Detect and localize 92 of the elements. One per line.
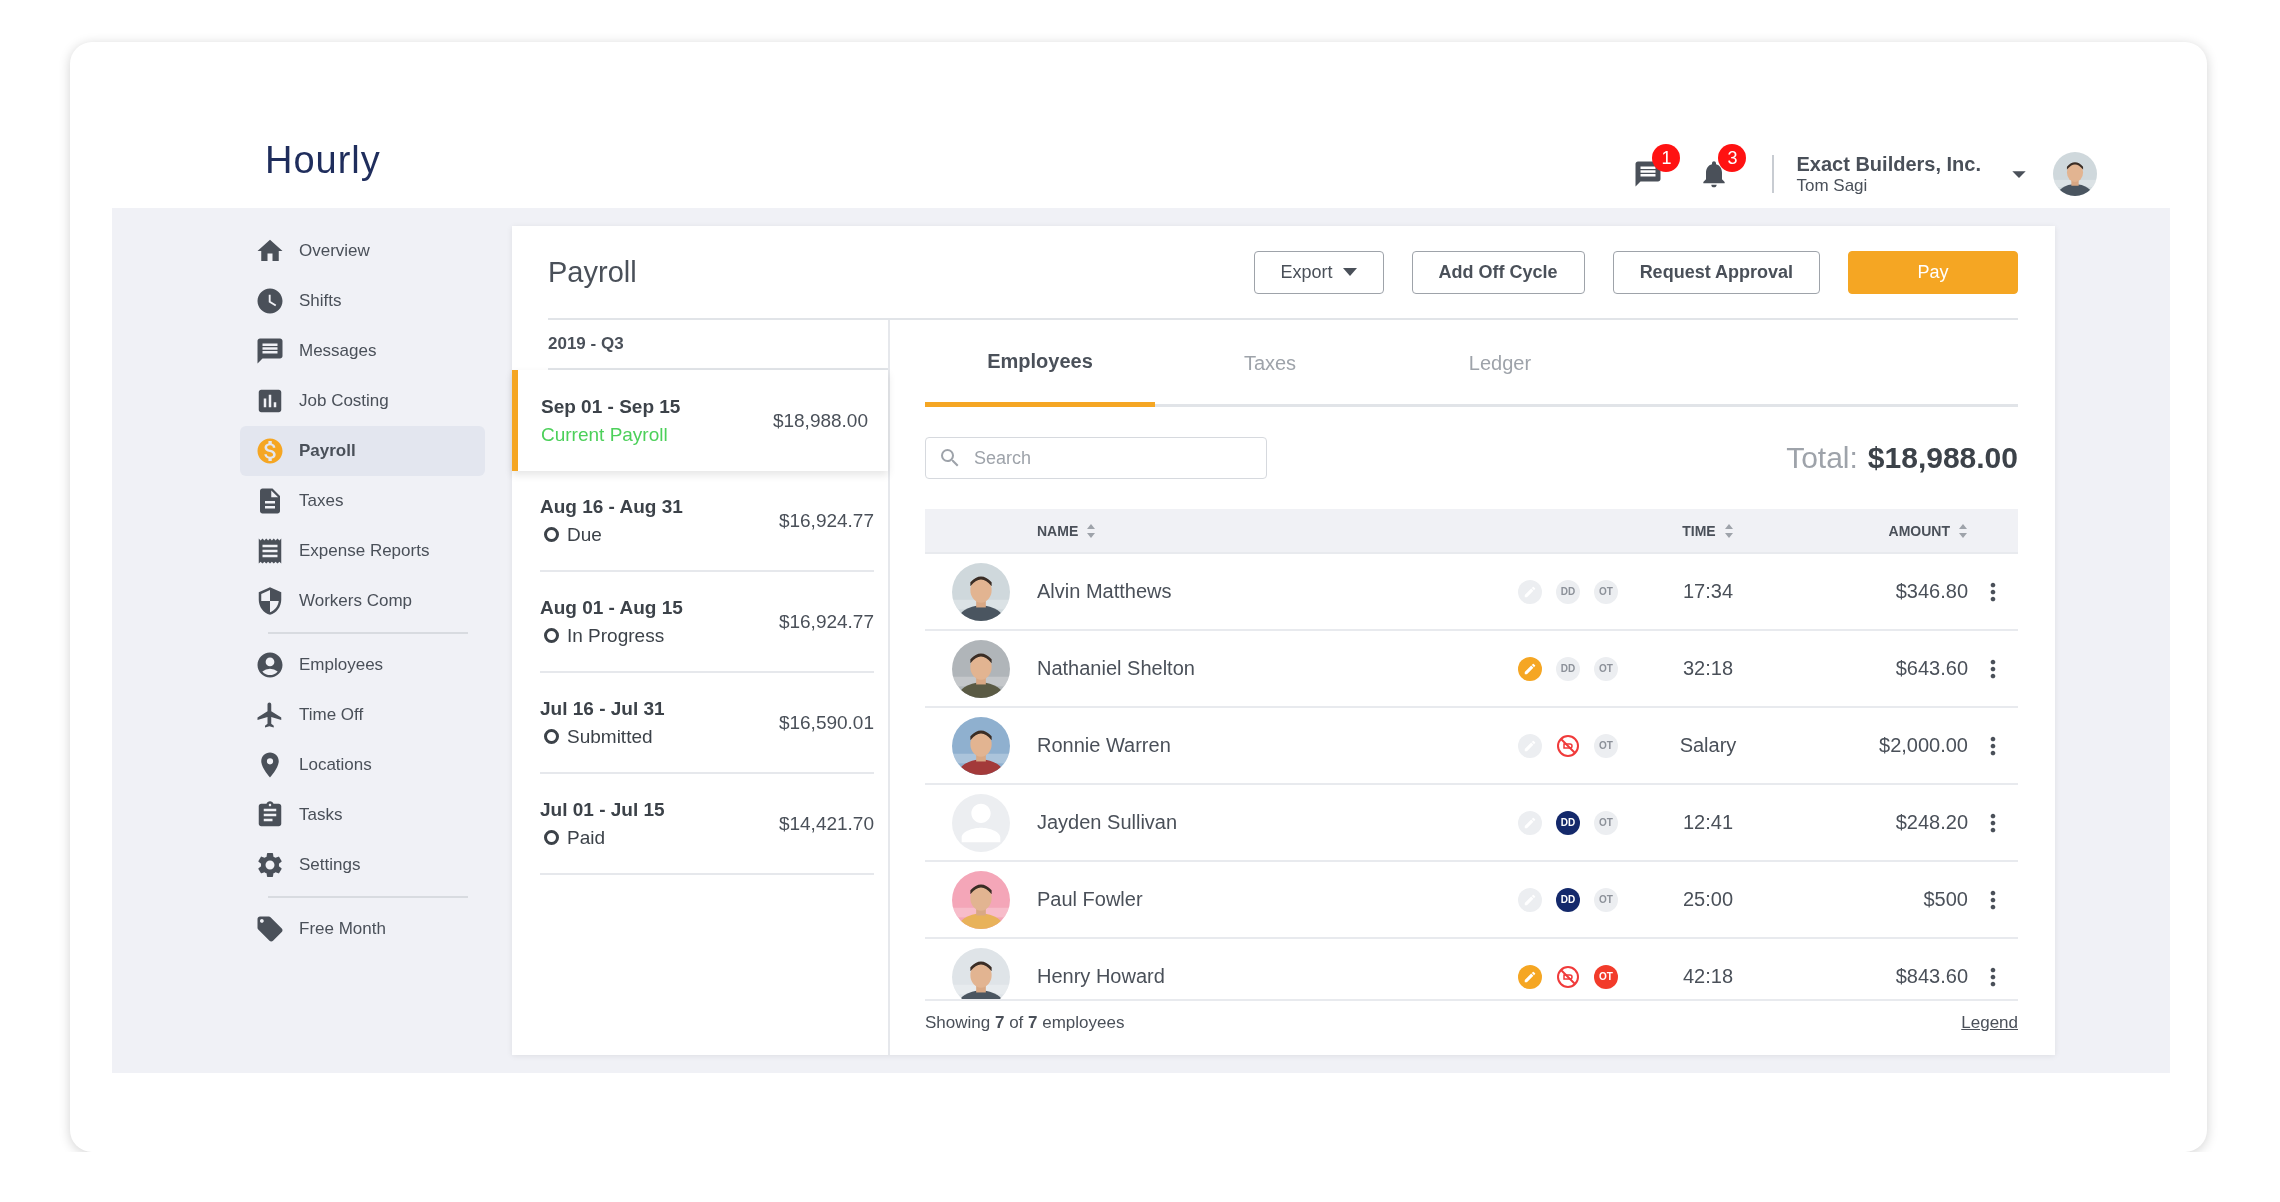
status-ring-icon (544, 830, 559, 845)
column-header[interactable]: AMOUNT (1888, 522, 1950, 539)
payroll-period[interactable]: Aug 01 - Aug 15 In Progress $16,924.77 (540, 572, 874, 673)
count-badge: 1 (1652, 144, 1681, 172)
period-status: Current Payroll (541, 423, 668, 446)
period-range: Sep 01 - Sep 15 (541, 395, 681, 418)
time-cell-text: 17:34 (1681, 580, 1735, 603)
period-range: Jul 16 - Jul 31 (540, 697, 665, 720)
sidebar-item[interactable]: Locations (240, 740, 485, 790)
overtime-badge: OT (1594, 579, 1618, 604)
amount-cell-text: $843.60 (1894, 965, 1968, 988)
direct-deposit-badge: DD (1556, 656, 1580, 681)
time-cell-text: 42:18 (1681, 965, 1735, 988)
direct-deposit-badge: DD (1556, 810, 1580, 835)
person-icon (255, 650, 285, 680)
period-range: Aug 01 - Aug 15 (540, 596, 683, 619)
column-header[interactable]: TIME (1682, 522, 1716, 539)
sidebar-item[interactable]: Messages (240, 326, 485, 376)
period-amount: $14,421.70 (778, 812, 874, 835)
logo[interactable]: Hourly (265, 139, 381, 182)
search-field[interactable]: Search (925, 437, 1267, 479)
direct-deposit-badge: DD (1556, 579, 1580, 604)
amount-cell-text: $500 (1922, 888, 1968, 911)
employee-name: Henry Howard (1037, 965, 1166, 988)
column-header[interactable]: NAME (1037, 522, 1079, 539)
action-button[interactable]: Add Off Cycle (1411, 250, 1585, 294)
employee-name: Jayden Sullivan (1037, 811, 1179, 834)
overtime-badge: OT (1594, 810, 1618, 835)
sidebar-item[interactable]: Free Month (240, 904, 485, 954)
overtime-badge: OT (1594, 656, 1618, 681)
amount-cell-text: $643.60 (1894, 657, 1968, 680)
status-ring-icon (544, 729, 559, 744)
time-cell-text: Salary (1678, 734, 1738, 757)
row-count: Showing 7 of 7 employees (925, 1013, 1125, 1033)
settings-icon (255, 850, 285, 880)
period-status: Submitted (567, 725, 653, 748)
period-range: Jul 01 - Jul 15 (540, 798, 665, 821)
time-cell-text: 32:18 (1681, 657, 1735, 680)
period-amount: $16,924.77 (778, 610, 874, 633)
dollar-icon (255, 436, 285, 466)
period-range: Aug 16 - Aug 31 (540, 495, 683, 518)
count-badge: 3 (1718, 144, 1747, 172)
sidebar-item[interactable]: Settings (240, 840, 485, 890)
sidebar-item[interactable]: Tasks (240, 790, 485, 840)
direct-deposit-badge: DD (1556, 887, 1580, 912)
payroll-period[interactable]: Aug 16 - Aug 31 Due $16,924.77 (540, 471, 874, 572)
status-ring-icon (544, 628, 559, 643)
legend-link[interactable]: Legend (1961, 1013, 2018, 1033)
employee-name: Alvin Matthews (1037, 580, 1173, 603)
sidebar-item[interactable]: Job Costing (240, 376, 485, 426)
time-cell-text: 12:41 (1681, 811, 1735, 834)
amount-cell-text: $346.80 (1894, 580, 1968, 603)
payroll-period[interactable]: Sep 01 - Sep 15 Current Payroll $18,988.00 (512, 370, 888, 471)
period-amount: $16,924.77 (778, 509, 874, 532)
payroll-period[interactable]: Jul 01 - Jul 15 Paid $14,421.70 (540, 774, 874, 875)
overtime-badge: OT (1594, 964, 1618, 989)
sidebar-item[interactable]: Taxes (240, 476, 485, 526)
overtime-badge: OT (1594, 733, 1618, 758)
employee-name: Nathaniel Shelton (1037, 657, 1196, 680)
period-status: Paid (567, 826, 606, 849)
period-amount: $18,988.00 (772, 409, 868, 432)
sidebar-item[interactable]: Payroll (240, 426, 485, 476)
period-status: Due (567, 523, 602, 546)
message-icon (255, 336, 285, 366)
sidebar-item[interactable]: Employees (240, 640, 485, 690)
overtime-badge: OT (1594, 887, 1618, 912)
time-cell-text: 25:00 (1681, 888, 1735, 911)
sidebar-item[interactable]: Shifts (240, 276, 485, 326)
sidebar-item[interactable]: Overview (240, 226, 485, 276)
page-title: Payroll (548, 255, 637, 289)
payroll-period[interactable]: Jul 16 - Jul 31 Submitted $16,590.01 (540, 673, 874, 774)
total-label: Total: (1786, 441, 1858, 475)
action-button[interactable]: Request Approval (1612, 250, 1820, 294)
employee-name: Ronnie Warren (1037, 734, 1172, 757)
amount-cell-text: $2,000.00 (1878, 734, 1968, 757)
sidebar-item[interactable]: Expense Reports (240, 526, 485, 576)
clock-icon (255, 286, 285, 316)
employee-name: Paul Fowler (1037, 888, 1144, 911)
status-ring-icon (544, 527, 559, 542)
total-value: $18,988.00 (1867, 441, 2018, 475)
user-name: Tom Sagi (1796, 175, 1869, 196)
caret-icon (1342, 268, 1357, 276)
tag-icon (255, 914, 285, 944)
company-name: Exact Builders, Inc. (1796, 152, 1981, 176)
sidebar-item[interactable]: Workers Comp (240, 576, 485, 626)
period-group-header: 2019 - Q3 (548, 320, 888, 370)
tab[interactable]: Employees (925, 320, 1155, 407)
period-amount: $16,590.01 (778, 711, 874, 734)
period-status: In Progress (567, 624, 665, 647)
sidebar-item[interactable]: Time Off (240, 690, 485, 740)
export-button[interactable]: Export (1253, 250, 1384, 294)
amount-cell-text: $248.20 (1894, 811, 1968, 834)
